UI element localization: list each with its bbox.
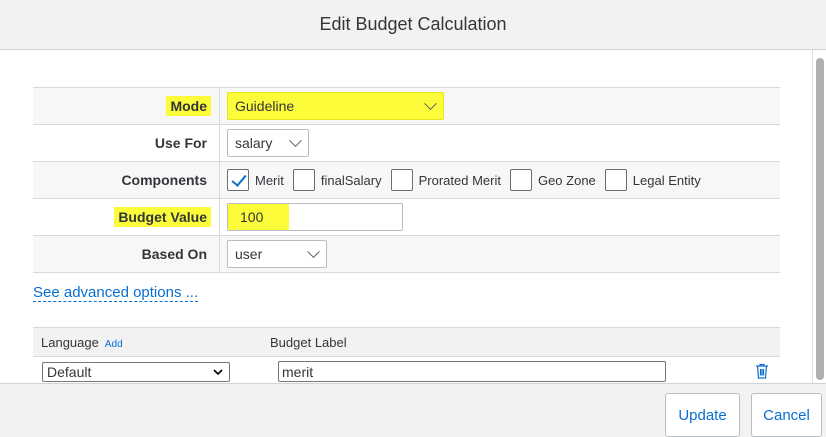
checkbox-final-salary[interactable]: finalSalary: [292, 169, 382, 191]
language-table-header: Language Add Budget Label: [33, 327, 780, 357]
form-row-components: Components Merit finalSalary Prorated Me…: [33, 162, 780, 199]
dialog-content: Mode Guideline Use For salary Components: [0, 50, 812, 383]
checkbox-prorated-merit[interactable]: Prorated Merit: [390, 169, 501, 191]
components-label: Components: [121, 172, 207, 188]
checkbox-box[interactable]: [390, 169, 413, 191]
checkbox-box[interactable]: [292, 169, 315, 191]
chevron-down-icon: [213, 368, 223, 375]
use-for-select[interactable]: salary: [227, 129, 309, 157]
add-language-link[interactable]: Add: [105, 339, 123, 350]
trash-icon[interactable]: [755, 363, 769, 379]
checkbox-box-checked[interactable]: [227, 169, 249, 191]
budget-label-input[interactable]: merit: [278, 361, 666, 382]
dialog-header: Edit Budget Calculation: [0, 0, 826, 50]
based-on-select[interactable]: user: [227, 240, 327, 268]
form-row-based-on: Based On user: [33, 236, 780, 273]
checkbox-merit[interactable]: Merit: [227, 169, 284, 191]
form-row-use-for: Use For salary: [33, 125, 780, 162]
budget-form: Mode Guideline Use For salary Components: [33, 87, 780, 273]
checkbox-geo-zone[interactable]: Geo Zone: [509, 169, 596, 191]
dialog-footer: Update Cancel: [0, 383, 826, 437]
budget-value-input[interactable]: 100: [227, 203, 403, 231]
update-button[interactable]: Update: [665, 393, 740, 437]
table-row: Default merit: [33, 357, 780, 383]
budget-label-column-header: Budget Label: [270, 334, 347, 350]
cancel-button[interactable]: Cancel: [751, 393, 822, 437]
mode-label: Mode: [166, 96, 211, 116]
language-table: Language Add Budget Label Default merit: [33, 327, 780, 383]
checkbox-legal-entity[interactable]: Legal Entity: [604, 169, 701, 191]
form-row-mode: Mode Guideline: [33, 88, 780, 125]
language-select[interactable]: Default: [42, 362, 230, 382]
checkbox-box[interactable]: [604, 169, 627, 191]
use-for-label: Use For: [154, 135, 207, 151]
chevron-down-icon: [289, 133, 302, 147]
chevron-down-icon: [307, 244, 320, 258]
language-column-header: Language: [41, 334, 99, 350]
checkbox-box[interactable]: [509, 169, 532, 191]
form-row-budget-value: Budget Value 100: [33, 199, 780, 236]
budget-value-label: Budget Value: [114, 207, 211, 227]
advanced-options-link[interactable]: See advanced options ...: [33, 284, 199, 302]
scrollbar-thumb[interactable]: [816, 58, 824, 380]
mode-select[interactable]: Guideline: [227, 92, 444, 120]
budget-value: 100: [240, 209, 264, 225]
chevron-down-icon: [424, 96, 437, 110]
use-for-value: salary: [235, 135, 273, 151]
mode-value: Guideline: [235, 98, 295, 114]
vertical-scrollbar[interactable]: [812, 50, 826, 383]
dialog-title: Edit Budget Calculation: [319, 14, 507, 34]
based-on-label: Based On: [141, 246, 207, 262]
components-checkbox-group: Merit finalSalary Prorated Merit Geo Zon…: [227, 169, 710, 191]
based-on-value: user: [235, 246, 263, 262]
